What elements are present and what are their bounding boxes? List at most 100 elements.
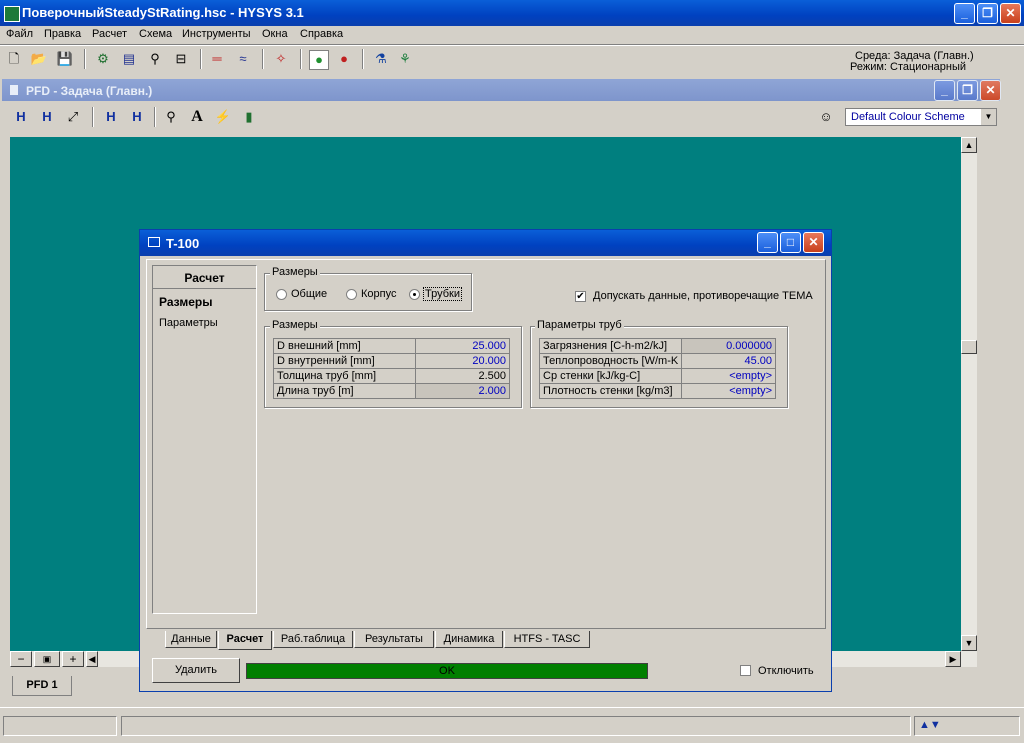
pfd-title-bar: PFD - Задача (Главн.) _ ❐ ✕	[2, 79, 1001, 101]
dims-group-label: Размеры	[270, 319, 320, 331]
side-nav-item-params[interactable]: Параметры	[159, 317, 218, 329]
menu-tools[interactable]: Инструменты	[182, 28, 251, 40]
radio-general-label: Общие	[291, 288, 328, 300]
dialog-close-button[interactable]: ✕	[803, 232, 824, 253]
stream-icon[interactable]: ═	[208, 50, 226, 68]
tube-param-name-cell: Теплопроводность [W/m-K	[538, 353, 683, 369]
zoom-window-icon[interactable]: ▣	[34, 651, 60, 667]
side-nav-item-sizes[interactable]: Размеры	[159, 295, 212, 309]
tube-param-value-cell[interactable]: <empty>	[681, 383, 776, 399]
zoom-in-icon[interactable]: +	[62, 651, 84, 667]
radio-tubes[interactable]	[409, 289, 420, 300]
tab-results[interactable]: Результаты	[354, 631, 434, 648]
dims-value-cell[interactable]: 2.000	[415, 383, 510, 399]
scroll-down-icon[interactable]: ▼	[961, 635, 977, 651]
radio-shell-label: Корпус	[361, 288, 397, 300]
dims-value-cell[interactable]: 2.500	[415, 368, 510, 384]
zoom-out-icon[interactable]: −	[10, 651, 32, 667]
table-row: D внешний [mm] 25.000	[273, 338, 510, 354]
menu-edit[interactable]: Правка	[44, 28, 81, 40]
restore-button[interactable]: ❐	[977, 3, 998, 24]
status-indicator: OK	[246, 663, 648, 679]
traffic-light-icon[interactable]: ▮	[240, 108, 258, 126]
radio-shell[interactable]	[346, 289, 357, 300]
pfd-vertical-scrollbar[interactable]: ▲ ▼	[961, 137, 977, 651]
tube-params-group-label: Параметры труб	[535, 319, 624, 331]
menu-help[interactable]: Справка	[300, 28, 343, 40]
text-label-icon[interactable]: A	[188, 108, 206, 126]
tube-param-value-cell[interactable]: 45.00	[681, 353, 776, 369]
minimize-button[interactable]: _	[954, 3, 975, 24]
table-row: Длина труб [m] 2.000	[273, 383, 510, 399]
tab-dynamics[interactable]: Динамика	[435, 631, 503, 648]
scroll-left-icon[interactable]: ◀	[86, 651, 98, 667]
case-tree-icon[interactable]: ⊟	[172, 50, 190, 68]
tube-param-value-cell[interactable]: 0.000000	[681, 338, 776, 354]
dims-value-cell[interactable]: 25.000	[415, 338, 510, 354]
sizes-group-label: Размеры	[270, 266, 320, 278]
hysys-app-icon[interactable]	[4, 6, 20, 22]
pfd-close-button[interactable]: ✕	[980, 80, 1001, 101]
tab-pfd-1[interactable]: PFD 1	[12, 676, 72, 696]
dims-name-cell: D внутренний [mm]	[273, 353, 416, 369]
break-connection-icon[interactable]: H	[102, 108, 120, 126]
solver-go-icon[interactable]: ●	[309, 50, 329, 70]
dims-value-cell[interactable]: 20.000	[415, 353, 510, 369]
radio-tubes-label: Трубки	[423, 287, 462, 301]
pfd-title: PFD - Задача (Главн.)	[26, 84, 153, 98]
tube-param-name-cell: Плотность стенки [kg/m3]	[538, 383, 683, 399]
energy-stream-icon[interactable]: ≈	[234, 50, 252, 68]
table-row: Cp стенки [kJ/kg-C] <empty>	[538, 368, 776, 384]
dims-name-cell: D внешний [mm]	[273, 338, 416, 354]
pfd-window-icon[interactable]	[10, 85, 18, 95]
save-icon[interactable]: 💾	[56, 50, 74, 68]
binoculars-icon[interactable]: ⚲	[146, 50, 164, 68]
tab-data[interactable]: Данные	[165, 631, 217, 648]
ignore-checkbox[interactable]	[740, 665, 751, 676]
menu-calc[interactable]: Расчет	[92, 28, 127, 40]
new-file-icon[interactable]: 🗋	[5, 50, 23, 68]
optimizer-icon[interactable]: ✧	[272, 50, 290, 68]
delete-button[interactable]: Удалить	[152, 658, 240, 683]
scroll-up-icon[interactable]: ▲	[961, 137, 977, 153]
lightning-icon[interactable]: ⚡	[214, 108, 232, 126]
tab-htfs-tasc[interactable]: HTFS - TASC	[504, 631, 590, 648]
flask-icon[interactable]: ⚗	[372, 50, 390, 68]
zoom-fit-icon[interactable]: ⤢	[64, 108, 82, 126]
tema-checkbox[interactable]: ✔	[575, 291, 586, 302]
pfd-minimize-button[interactable]: _	[934, 80, 955, 101]
menu-file[interactable]: Файл	[6, 28, 33, 40]
colour-scheme-select[interactable]: Default Colour Scheme ▼	[845, 108, 997, 126]
table-row: Теплопроводность [W/m-K 45.00	[538, 353, 776, 369]
chevron-down-icon[interactable]: ▼	[981, 109, 996, 125]
swap-connection-icon[interactable]: H	[128, 108, 146, 126]
pfd-restore-button[interactable]: ❐	[957, 80, 978, 101]
components-icon[interactable]: ⚙	[94, 50, 112, 68]
solver-hold-icon[interactable]: ●	[335, 50, 353, 68]
workbook-icon[interactable]: ▤	[120, 50, 138, 68]
open-folder-icon[interactable]: 📂	[30, 50, 48, 68]
menu-scheme[interactable]: Схема	[139, 28, 172, 40]
size-mode-icon[interactable]: H	[12, 108, 30, 126]
dialog-window-icon[interactable]	[148, 237, 160, 247]
menu-windows[interactable]: Окна	[262, 28, 288, 40]
attach-mode-icon[interactable]: H	[38, 108, 56, 126]
side-nav: Расчет Размеры Параметры	[152, 265, 257, 614]
tab-calc[interactable]: Расчет	[218, 631, 272, 650]
updown-arrows-icon[interactable]: ▲▼	[919, 719, 941, 731]
scroll-right-icon[interactable]: ▶	[945, 651, 961, 667]
colour-palette-icon[interactable]: ☺	[817, 108, 835, 126]
tube-param-value-cell[interactable]: <empty>	[681, 368, 776, 384]
tab-workbook[interactable]: Раб.таблица	[273, 631, 353, 648]
status-panel-main	[121, 716, 911, 736]
close-button[interactable]: ✕	[1000, 3, 1021, 24]
dialog-minimize-button[interactable]: _	[757, 232, 778, 253]
dialog-maximize-button[interactable]: □	[780, 232, 801, 253]
magnifier-icon[interactable]: ⚲	[162, 108, 180, 126]
ignore-checkbox-label: Отключить	[758, 665, 814, 677]
dynamics-icon[interactable]: ⚘	[396, 50, 414, 68]
radio-general[interactable]	[276, 289, 287, 300]
dims-name-cell: Длина труб [m]	[273, 383, 416, 399]
scroll-thumb[interactable]	[961, 340, 977, 354]
dims-name-cell: Толщина труб [mm]	[273, 368, 416, 384]
